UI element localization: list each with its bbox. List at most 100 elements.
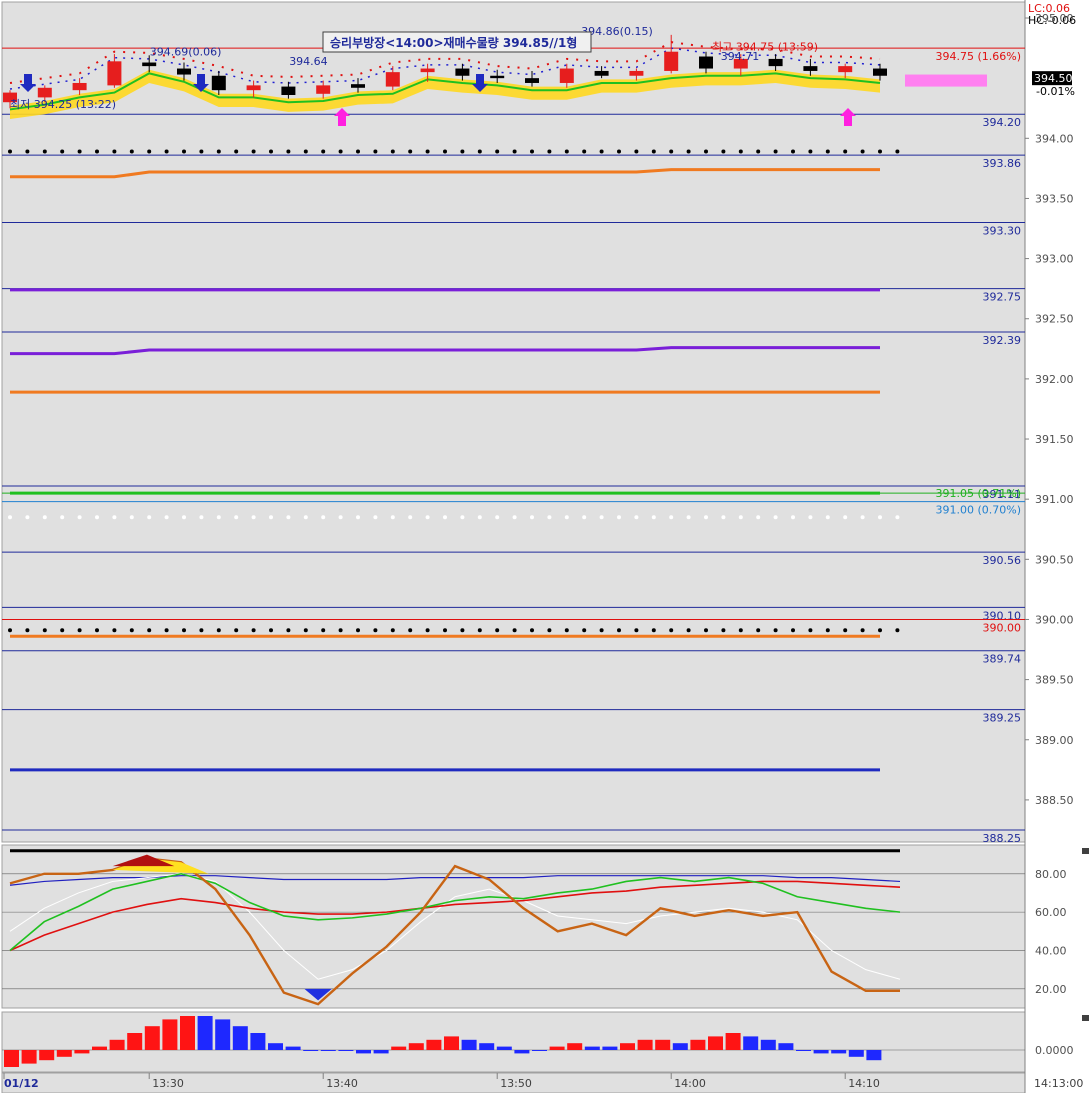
price-annotation: 394.64 — [289, 55, 328, 68]
dotted-line-dot — [95, 149, 99, 154]
dotted-line-dot — [530, 515, 534, 520]
dotted-line-dot — [512, 149, 517, 154]
dotted-line-dot — [356, 628, 360, 633]
histogram-bar — [197, 1016, 213, 1050]
time-axis-label: 01/12 — [4, 1077, 39, 1090]
dotted-line-dot — [338, 628, 343, 633]
histogram-bar — [796, 1050, 811, 1051]
dotted-line-dot — [773, 149, 778, 154]
price-axis-label: 393.50 — [1035, 192, 1074, 205]
dotted-line-dot — [756, 628, 761, 633]
dotted-line-dot — [286, 628, 291, 633]
dotted-line-dot — [234, 628, 239, 633]
price-axis-label: 390.50 — [1035, 553, 1074, 566]
dotted-line-dot — [895, 515, 900, 520]
histogram-bar — [268, 1043, 283, 1050]
histogram-bar — [144, 1026, 160, 1050]
dotted-line-dot — [651, 515, 656, 520]
candle-body — [385, 72, 400, 87]
candle-body — [455, 68, 470, 76]
dotted-line-dot — [808, 515, 813, 520]
projection-box — [905, 74, 987, 87]
dotted-line-dot — [182, 628, 186, 633]
histogram-bar — [444, 1036, 459, 1050]
price-annotation: 394.71 — [721, 50, 760, 63]
stock-chart[interactable]: LC:0.06HC:-0.06395.00394.00393.50393.003… — [0, 0, 1092, 1093]
dotted-line-dot — [721, 515, 726, 520]
histogram-bar — [778, 1043, 794, 1050]
dotted-line-dot — [147, 628, 152, 633]
dotted-line-dot — [773, 628, 778, 633]
dotted-line-dot — [738, 628, 743, 633]
dotted-line-dot — [599, 628, 604, 633]
dotted-line-dot — [825, 149, 830, 154]
histogram-bar — [637, 1039, 653, 1050]
dotted-line-dot — [8, 149, 12, 154]
histogram-bar — [303, 1050, 319, 1051]
dotted-line-dot — [651, 628, 656, 633]
current-change-label: -0.01% — [1036, 85, 1075, 98]
dotted-line-dot — [42, 149, 47, 154]
dotted-line-dot — [895, 149, 900, 154]
dotted-line-dot — [269, 628, 273, 633]
dotted-line-dot — [878, 149, 882, 154]
dotted-line-dot — [477, 628, 482, 633]
dotted-line-dot — [547, 515, 552, 520]
dotted-line-dot — [791, 628, 795, 633]
current-time-label: 14:13:00 — [1034, 1077, 1083, 1090]
dotted-line-dot — [199, 515, 204, 520]
price-axis-label: 392.50 — [1035, 313, 1074, 326]
candle-body — [246, 85, 261, 91]
dotted-line-dot — [25, 149, 30, 154]
price-annotation: 394.86(0.15) — [581, 25, 653, 38]
dotted-line-dot — [356, 149, 360, 154]
oscillator-axis-label: 60.00 — [1035, 906, 1067, 919]
candle-body — [142, 62, 157, 67]
histogram-bar — [532, 1050, 547, 1051]
dotted-line-dot — [321, 515, 326, 520]
level-label: 393.30 — [983, 225, 1022, 238]
dotted-line-dot — [599, 515, 604, 520]
dotted-line-dot — [669, 628, 674, 633]
dotted-line-dot — [878, 515, 882, 520]
price-axis-label: 392.00 — [1035, 373, 1074, 386]
histogram-bar — [690, 1039, 706, 1050]
dotted-line-dot — [443, 149, 447, 154]
dotted-line-dot — [408, 149, 413, 154]
dotted-line-dot — [617, 628, 621, 633]
dotted-line-dot — [77, 515, 82, 520]
dotted-line-dot — [95, 628, 99, 633]
time-axis-label: 13:50 — [500, 1077, 532, 1090]
dotted-line-dot — [495, 149, 500, 154]
notice-text: 승리부방장<14:00>재매수물량 394.85//1형 — [330, 35, 577, 50]
dotted-line-dot — [182, 515, 186, 520]
histogram-bar — [496, 1046, 512, 1050]
oscillator-axis-label: 80.00 — [1035, 868, 1067, 881]
histogram-bar — [708, 1036, 723, 1050]
dotted-line-dot — [25, 628, 30, 633]
dotted-line-dot — [112, 628, 117, 633]
histogram-bar — [848, 1050, 864, 1057]
dotted-line-dot — [530, 628, 534, 633]
time-axis-label: 14:10 — [848, 1077, 880, 1090]
dotted-line-dot — [112, 515, 117, 520]
candle-body — [72, 82, 87, 91]
dotted-line-dot — [686, 149, 691, 154]
dotted-line-dot — [738, 515, 743, 520]
candle-body — [211, 75, 226, 91]
dotted-line-dot — [704, 149, 708, 154]
dotted-line-dot — [843, 515, 848, 520]
dotted-line-dot — [25, 515, 30, 520]
level-label: 389.25 — [983, 712, 1022, 725]
price-axis-label: 389.50 — [1035, 674, 1074, 687]
candle-body — [420, 68, 435, 73]
dotted-line-dot — [234, 149, 239, 154]
dotted-line-dot — [791, 515, 795, 520]
dotted-line-dot — [425, 149, 430, 154]
level-label: 389.74 — [983, 653, 1022, 666]
dotted-line-dot — [617, 149, 621, 154]
histogram-bar — [813, 1050, 829, 1054]
dotted-line-dot — [373, 628, 378, 633]
dotted-line-dot — [895, 628, 900, 633]
histogram-bar — [725, 1033, 741, 1050]
